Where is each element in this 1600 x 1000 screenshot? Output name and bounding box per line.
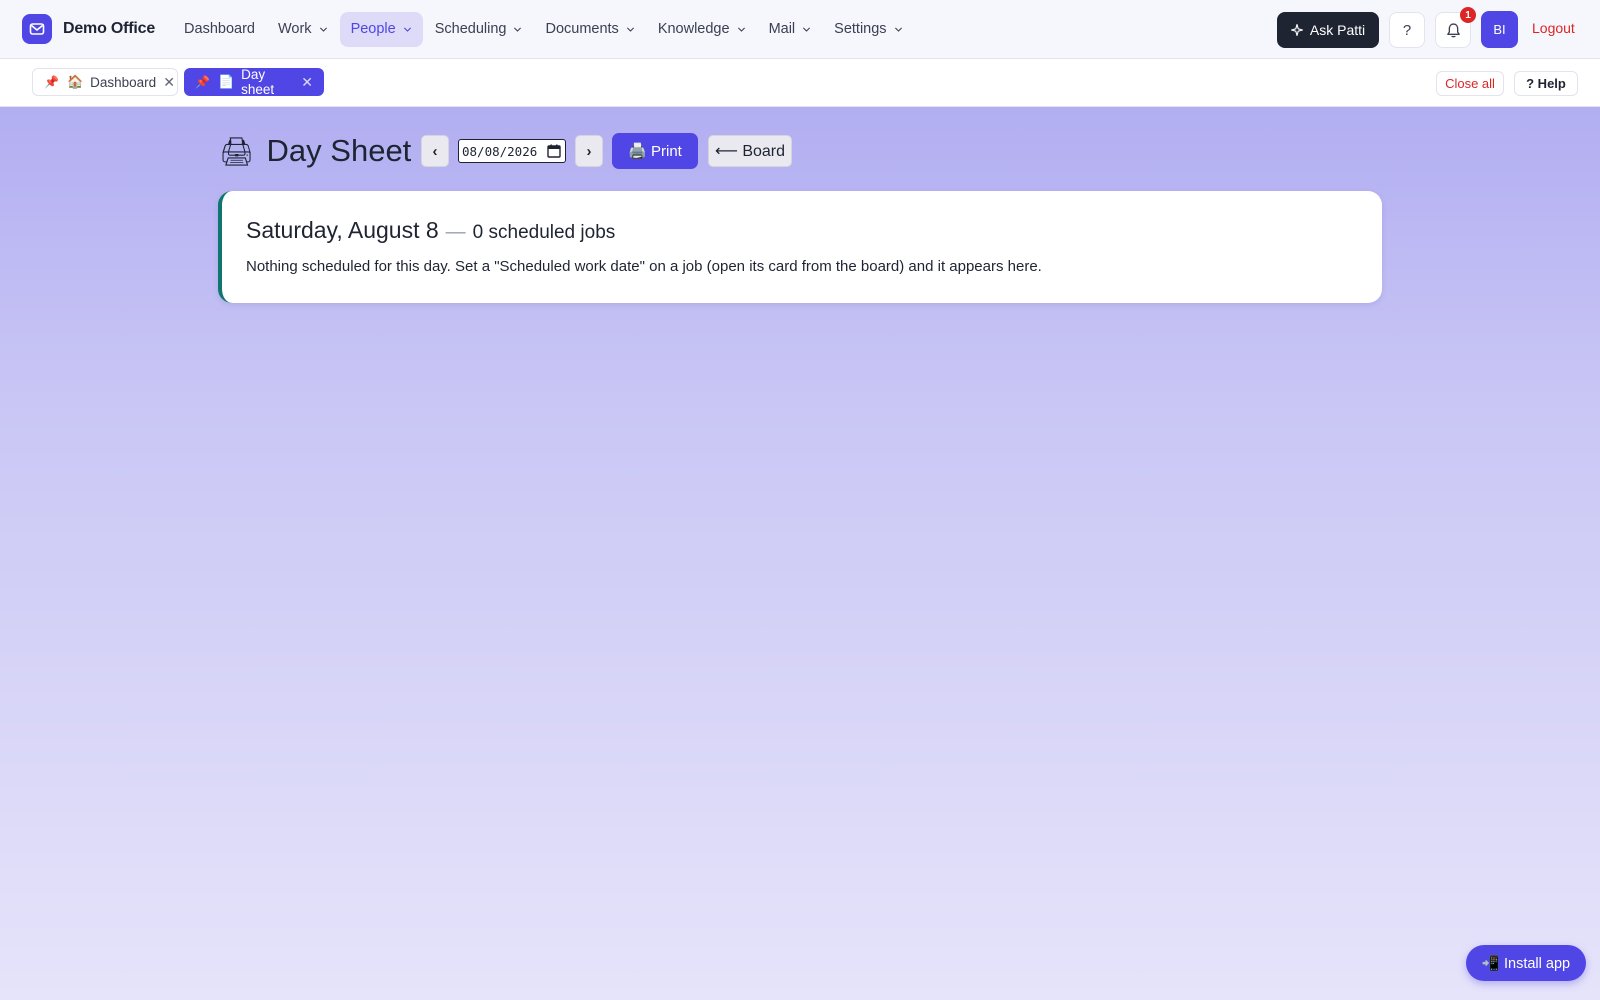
close-icon[interactable]: ✕ [163,74,175,91]
nav-item-dashboard[interactable]: Dashboard [173,12,266,47]
card-heading: Saturday, August 8 — 0 scheduled jobs [246,217,615,244]
help-button[interactable]: ? [1389,12,1425,48]
logout-link[interactable]: Logout [1532,20,1575,36]
chevron-down-icon [319,26,327,32]
print-button[interactable]: 🖨️ Print [612,133,698,169]
open-tabs-bar: 📌 🏠 Dashboard ✕ 📌 📄 Day sheet ✕ Close al… [0,59,1600,107]
nav-item-label: Knowledge [657,21,730,37]
close-icon[interactable]: ✕ [301,74,313,91]
notification-badge: 1 [1460,7,1476,23]
next-day-button[interactable]: › [575,135,603,167]
date-input[interactable]: 08/08/2026 [458,139,566,163]
pin-icon[interactable]: 📌 [44,75,59,89]
house-icon: 🏠 [66,74,84,89]
empty-state-message: Nothing scheduled for this day. Set a "S… [246,258,1042,275]
chevron-down-icon [803,26,811,32]
chevron-down-icon [894,26,902,32]
close-all-button[interactable]: Close all [1436,71,1504,96]
ask-patti-button[interactable]: Ask Patti [1277,12,1379,48]
sparkle-icon [1290,24,1303,36]
tab-day-sheet[interactable]: 📌 📄 Day sheet ✕ [184,67,324,97]
page-title-text: Day Sheet [266,133,412,168]
chevron-down-icon [737,26,745,32]
install-app-button[interactable]: 📲 Install app [1466,945,1586,981]
nav-item-label: Scheduling [434,21,507,37]
nav-item-label: Mail [768,21,796,37]
nav-item-mail[interactable]: Mail [758,12,823,47]
chevron-down-icon [626,26,634,32]
avatar[interactable]: BI [1481,11,1518,48]
chevron-down-icon [403,26,411,32]
tab-dashboard[interactable]: 📌 🏠 Dashboard ✕ [32,68,178,96]
nav-item-knowledge[interactable]: Knowledge [647,12,757,47]
nav-item-scheduling[interactable]: Scheduling [424,12,534,47]
nav-item-work[interactable]: Work [267,12,339,47]
tab-label: Dashboard [90,74,157,90]
chevron-down-icon [514,26,522,32]
nav-item-label: People [350,21,396,37]
calendar-icon[interactable] [547,144,561,158]
nav-item-label: Settings [834,21,887,37]
card-separator: — [445,221,466,243]
ask-patti-label: Ask Patti [1309,22,1366,38]
nav-item-documents[interactable]: Documents [534,12,645,47]
page-title: 🖨 Day Sheet [219,131,411,171]
printer-icon: 🖨 [219,135,255,167]
previous-day-button[interactable]: ‹ [421,135,449,167]
nav-item-settings[interactable]: Settings [823,12,913,47]
nav-item-label: Documents [545,21,619,37]
tab-label: Day sheet [241,67,275,97]
help-button[interactable]: ? Help [1514,71,1578,96]
main-menu: Dashboard Work People Scheduling Documen… [173,11,915,47]
brand-name: Demo Office [63,20,156,37]
nav-item-people[interactable]: People [339,11,423,47]
day-summary-card: Saturday, August 8 — 0 scheduled jobs No… [218,191,1382,303]
bell-icon [1446,22,1460,37]
brand[interactable]: Demo Office [22,14,155,44]
nav-item-label: Dashboard [184,21,255,37]
help-label: ? [1402,21,1412,39]
scheduled-job-count: 0 scheduled jobs [472,222,616,243]
mail-icon [22,14,52,44]
nav-item-label: Work [277,21,312,37]
pin-icon[interactable]: 📌 [195,75,210,89]
back-to-board-button[interactable]: ⟵ Board [708,135,792,167]
card-date: Saturday, August 8 [246,217,439,243]
date-value: 08/08/2026 [462,143,538,159]
document-icon: 📄 [217,74,235,89]
